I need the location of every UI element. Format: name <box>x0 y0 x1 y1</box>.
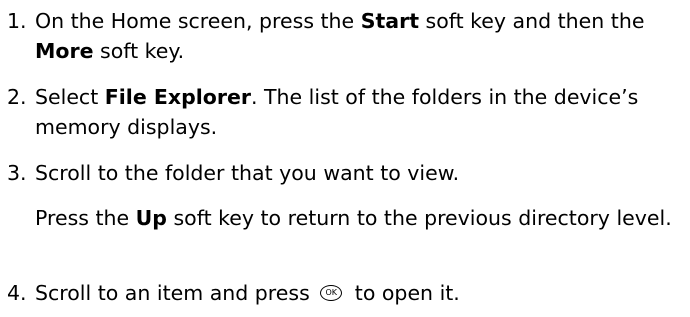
soft-key-name: Up <box>135 206 167 230</box>
soft-key-name: Start <box>360 9 419 33</box>
step-text-part: soft key. <box>93 39 185 63</box>
step-1: 1. On the Home screen, press the Start s… <box>0 6 690 66</box>
step-text: Select File Explorer. The list of the fo… <box>35 82 690 142</box>
step-text: Scroll to an item and press OK to open i… <box>35 278 690 308</box>
menu-item-name: File Explorer <box>104 85 251 109</box>
note-text-part: Press the <box>35 206 136 230</box>
step-4: 4. Scroll to an item and press OK to ope… <box>0 278 690 308</box>
ok-icon-label: OK <box>325 288 338 297</box>
step-text: Scroll to the folder that you want to vi… <box>35 161 460 185</box>
soft-key-name: More <box>35 39 94 63</box>
step-text-part: to open it. <box>348 281 460 305</box>
step-text-part: Scroll to an item and press <box>35 281 317 305</box>
step-number: 2. <box>7 85 27 109</box>
note-text-part: soft key to return to the previous direc… <box>166 206 672 230</box>
step-3-note: Press the Up soft key to return to the p… <box>35 203 685 233</box>
step-number: 4. <box>7 281 27 305</box>
step-text: On the Home screen, press the Start soft… <box>35 6 690 66</box>
step-3: 3. Scroll to the folder that you want to… <box>0 158 690 188</box>
ok-button-icon: OK <box>320 285 343 301</box>
step-number: 3. <box>7 161 27 185</box>
step-number: 1. <box>7 9 27 33</box>
step-text-part: On the Home screen, press the <box>35 9 361 33</box>
step-2: 2. Select File Explorer. The list of the… <box>0 82 690 142</box>
step-text-part: soft key and then the <box>419 9 645 33</box>
